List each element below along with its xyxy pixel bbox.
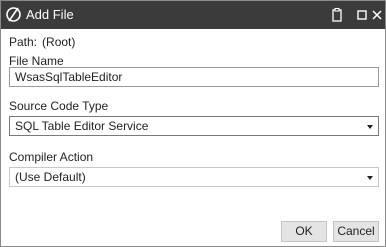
path-label: Path:	[9, 35, 38, 49]
compiler-action-value: (Use Default)	[15, 170, 86, 184]
clipboard-icon[interactable]	[329, 7, 345, 23]
ok-button[interactable]: OK	[281, 221, 327, 242]
path-value: (Root)	[42, 35, 76, 49]
dialog-title: Add File	[26, 7, 74, 22]
add-file-dialog: Add File Path: (Root) File Name Source Co…	[0, 0, 386, 247]
file-name-input[interactable]	[9, 67, 379, 87]
source-code-type-select[interactable]: SQL Table Editor Service	[9, 116, 379, 136]
source-code-type-value: SQL Table Editor Service	[15, 119, 149, 133]
path-row: Path: (Root)	[9, 35, 75, 49]
chevron-down-icon	[367, 125, 373, 129]
slashed-circle-icon	[6, 7, 21, 22]
chevron-down-icon	[367, 176, 373, 180]
compiler-action-label: Compiler Action	[9, 150, 94, 164]
title-bar[interactable]: Add File	[1, 1, 385, 29]
cancel-button[interactable]: Cancel	[333, 221, 379, 242]
file-name-label: File Name	[9, 54, 64, 68]
close-icon[interactable]	[369, 7, 385, 23]
compiler-action-select[interactable]: (Use Default)	[9, 167, 379, 187]
source-code-type-label: Source Code Type	[9, 99, 109, 113]
